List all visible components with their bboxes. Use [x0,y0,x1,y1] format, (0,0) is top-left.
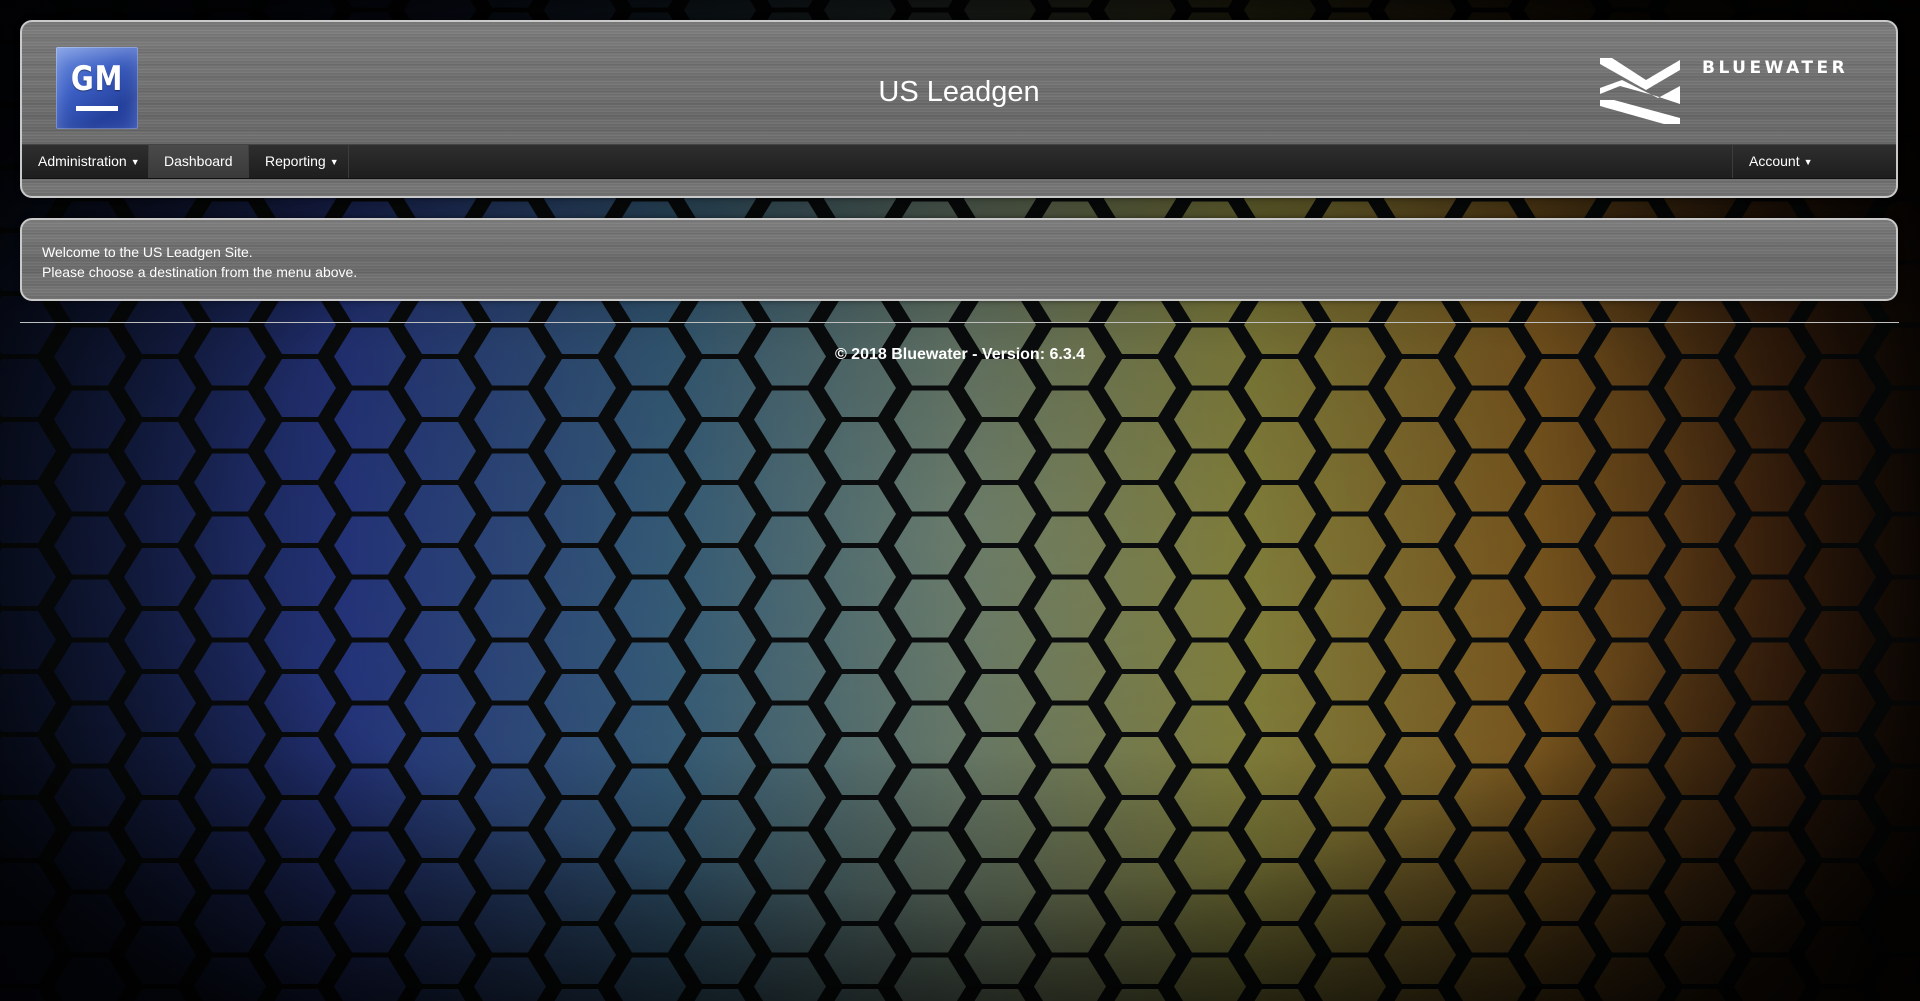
menu-dashboard[interactable]: Dashboard [149,145,249,178]
welcome-message: Welcome to the US Leadgen Site. Please c… [42,242,357,282]
footer-copyright: © 2018 Bluewater - Version: 6.3.4 [834,346,1086,363]
welcome-panel: Welcome to the US Leadgen Site. Please c… [20,218,1898,301]
chevron-down-icon: ▼ [130,157,140,167]
main-menu: Administration ▼ Dashboard Reporting ▼ Acc… [22,144,1896,179]
menu-administration-label: Administration [38,153,127,169]
menu-account[interactable]: Account ▼ [1732,145,1896,178]
header-panel: GM US Leadgen BLUEWATER Administration ▼ … [20,20,1898,198]
menu-account-label: Account [1749,153,1800,169]
chevron-down-icon: ▼ [329,157,339,167]
menu-administration[interactable]: Administration ▼ [22,145,149,178]
menu-reporting-label: Reporting [265,153,326,169]
bluewater-logo-text: BLUEWATER [1702,58,1849,78]
chevron-down-icon: ▼ [1803,157,1813,167]
welcome-line-2: Please choose a destination from the men… [42,264,358,280]
menu-dashboard-label: Dashboard [164,153,233,169]
welcome-line-1: Welcome to the US Leadgen Site. [42,244,253,260]
menu-reporting[interactable]: Reporting ▼ [249,145,349,178]
footer-divider [20,322,1899,323]
